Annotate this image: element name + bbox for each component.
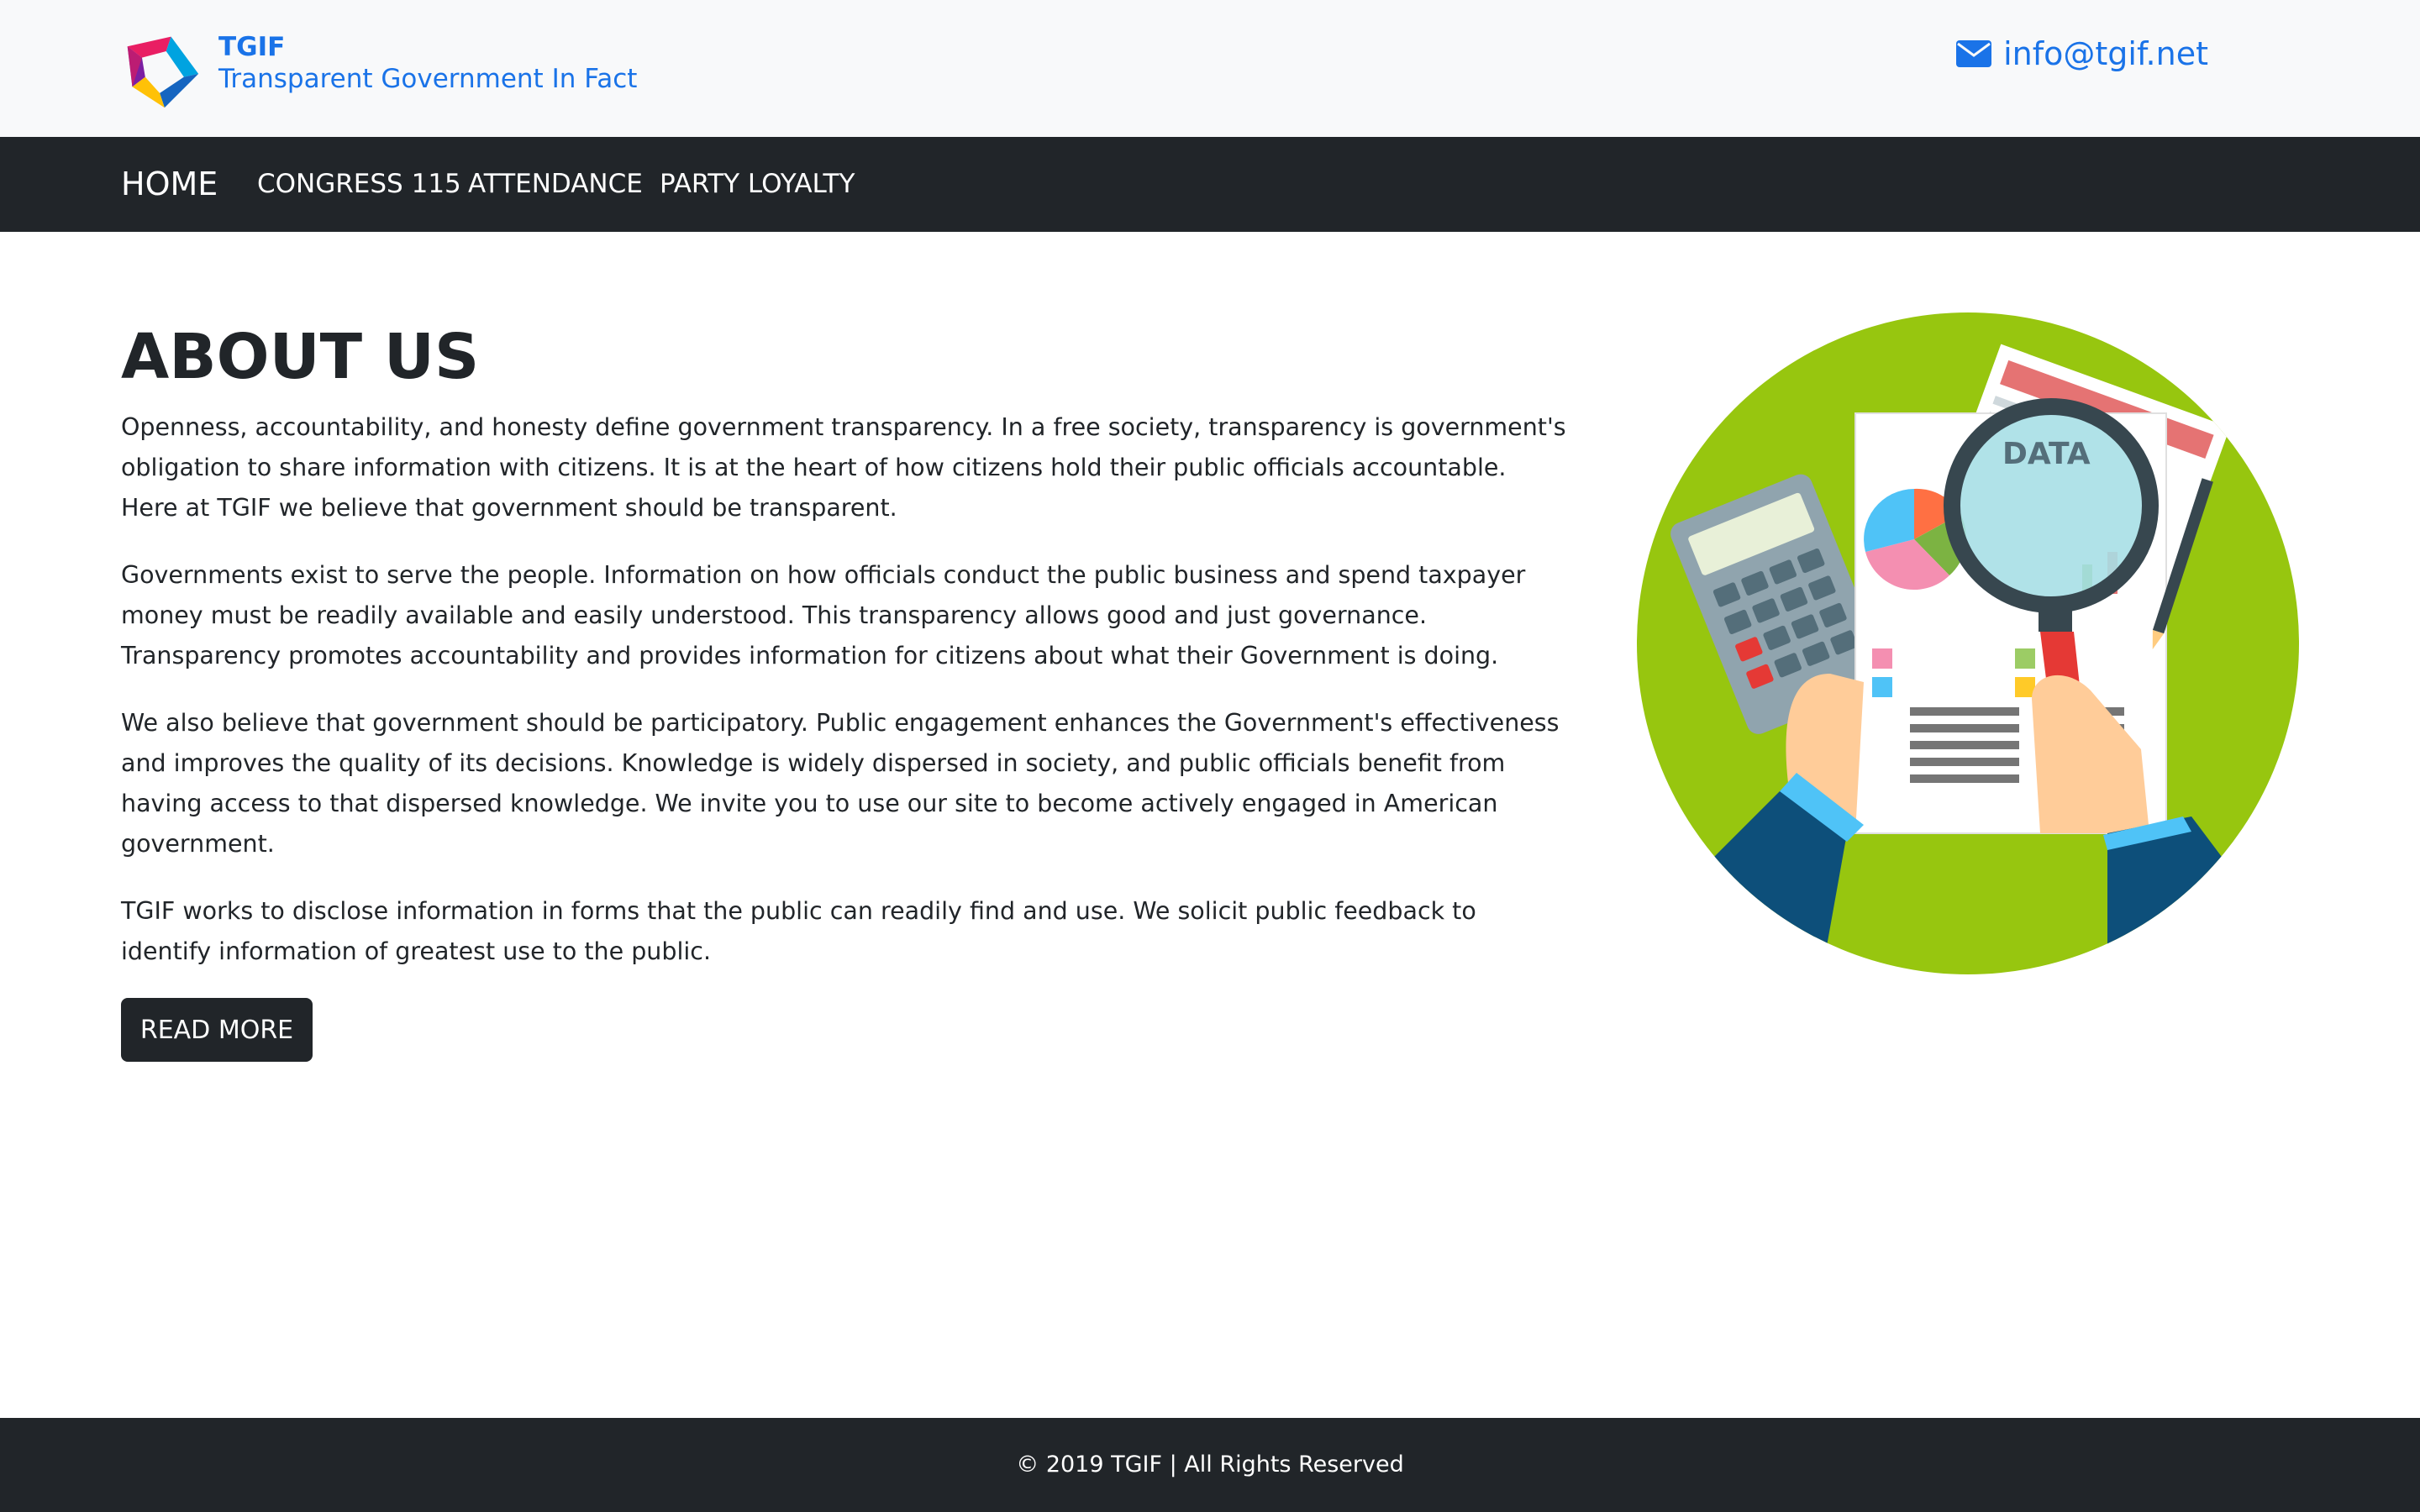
envelope-icon xyxy=(1956,40,1992,67)
page-title: ABOUT US xyxy=(121,321,480,393)
main-navbar: HOME CONGRESS 115 ATTENDANCE PARTY LOYAL… xyxy=(0,137,2420,232)
nav-congress-115[interactable]: CONGRESS 115 xyxy=(257,137,461,232)
nav-home[interactable]: HOME xyxy=(121,137,218,232)
contact-email-link[interactable]: info@tgif.net xyxy=(1956,32,2208,76)
illustration-data-label: DATA xyxy=(2002,437,2091,471)
brand-tagline[interactable]: Transparent Government In Fact xyxy=(218,62,637,96)
brand-name[interactable]: TGIF xyxy=(218,30,285,64)
nav-party-loyalty[interactable]: PARTY LOYALTY xyxy=(660,137,855,232)
data-analysis-illustration: DATA xyxy=(1637,312,2299,974)
contact-email: info@tgif.net xyxy=(2003,35,2208,72)
tgif-logo-icon[interactable] xyxy=(121,30,202,111)
footer-copyright: © 2019 TGIF | All Rights Reserved xyxy=(1016,1452,1404,1478)
top-header: TGIF Transparent Government In Fact info… xyxy=(0,0,2420,137)
nav-attendance[interactable]: ATTENDANCE xyxy=(468,137,643,232)
about-paragraph-3: We also believe that government should b… xyxy=(121,709,1560,858)
about-paragraph-2: Governments exist to serve the people. I… xyxy=(121,561,1526,669)
about-paragraph-1: Openness, accountability, and honesty de… xyxy=(121,413,1566,522)
read-more-button[interactable]: READ MORE xyxy=(121,998,313,1062)
page-footer: © 2019 TGIF | All Rights Reserved xyxy=(0,1418,2420,1512)
about-paragraph-4: TGIF works to disclose information in fo… xyxy=(121,897,1476,965)
